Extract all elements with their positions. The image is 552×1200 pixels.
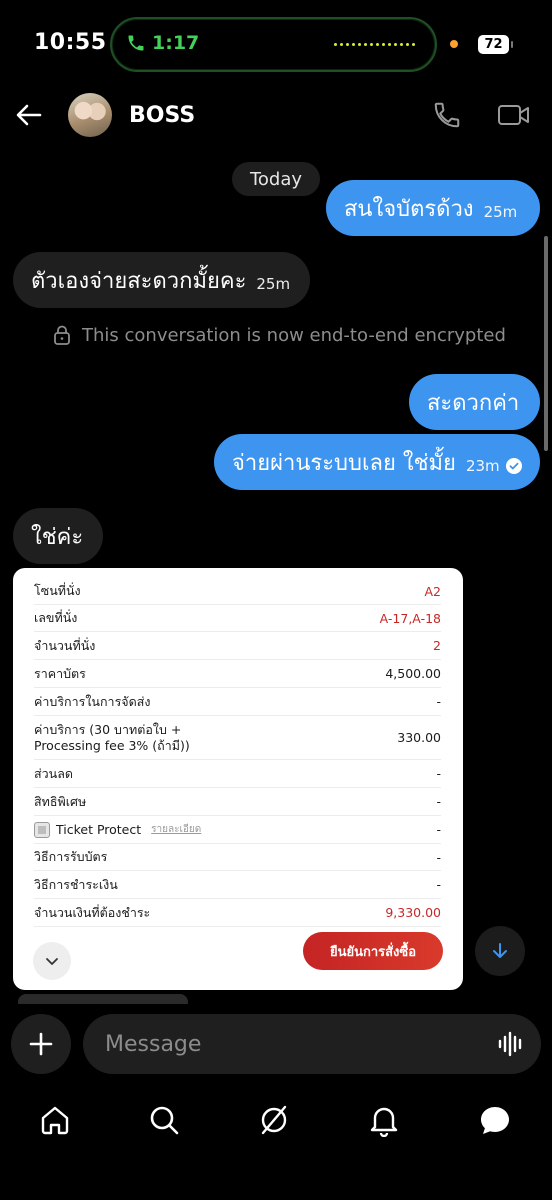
audio-wave-icon <box>334 43 415 46</box>
messages-icon <box>481 1107 509 1134</box>
row-value: - <box>436 877 441 892</box>
row-label: ค่าบริการในการจัดส่ง <box>34 693 151 709</box>
nav-search[interactable] <box>146 1102 182 1138</box>
video-call-icon[interactable] <box>497 101 531 129</box>
nav-home[interactable] <box>37 1102 73 1138</box>
row-label: จำนวนเงินที่ต้องชำระ <box>34 904 151 920</box>
collapse-button[interactable] <box>33 942 71 980</box>
phone-icon[interactable] <box>432 100 462 130</box>
explore-icon <box>261 1105 287 1135</box>
order-row-service-fee: ค่าบริการ (30 บาทต่อใบ + Processing fee … <box>34 716 441 760</box>
row-label: ค่าบริการ (30 บาทต่อใบ + Processing fee … <box>34 721 190 753</box>
row-value: A-17,A-18 <box>379 610 441 626</box>
order-row-privilege: สิทธิพิเศษ - <box>34 788 441 816</box>
message-text: สนใจบัตรด้วง <box>344 196 474 222</box>
row-value: - <box>436 694 441 709</box>
bottom-navigation <box>0 1090 552 1150</box>
message-bubble-outgoing[interactable]: สนใจบัตรด้วง 25m <box>326 180 540 236</box>
row-label: วิธีการรับบัตร <box>34 849 108 864</box>
back-arrow-icon[interactable] <box>14 100 44 130</box>
message-text: ใช่ค่ะ <box>31 524 84 550</box>
row-value: - <box>436 822 441 837</box>
date-divider: Today <box>232 162 320 196</box>
nav-notifications[interactable] <box>366 1102 402 1138</box>
row-value: - <box>436 766 441 781</box>
avatar[interactable] <box>68 93 112 137</box>
encryption-notice: This conversation is now end-to-end encr… <box>52 324 506 346</box>
row-value: - <box>436 794 441 809</box>
order-row-ticket-protect: Ticket Protect รายละเอียด - <box>34 816 441 844</box>
lock-icon <box>54 325 70 345</box>
scrollbar[interactable] <box>544 236 548 451</box>
home-icon <box>41 1106 69 1135</box>
row-label: จำนวนที่นั่ง <box>34 637 96 653</box>
call-timer: 1:17 <box>152 32 200 54</box>
order-row-total: จำนวนเงินที่ต้องชำระ 9,330.00 <box>34 899 441 927</box>
message-bubble-incoming[interactable]: ใช่ค่ะ <box>13 508 103 564</box>
contact-name[interactable]: BOSS <box>129 103 195 128</box>
message-bubble-outgoing[interactable]: สะดวกค่า <box>409 374 540 430</box>
order-row-seat-number: เลขที่นั่ง A-17,A-18 <box>34 605 441 632</box>
mic-in-use-indicator <box>450 40 458 48</box>
message-time: 25m <box>256 275 291 293</box>
message-text: สะดวกค่า <box>427 390 520 416</box>
ticket-protect-details-link[interactable]: รายละเอียด <box>151 822 201 837</box>
search-icon <box>150 1106 179 1135</box>
message-text: จ่ายผ่านระบบเลย ใช่มั้ย <box>232 450 456 476</box>
row-label: Ticket Protect <box>56 822 142 837</box>
message-bubble-outgoing[interactable]: จ่ายผ่านระบบเลย ใช่มั้ย 23m <box>214 434 540 490</box>
confirm-order-button[interactable]: ยืนยันการสั่งซื้อ <box>303 932 443 970</box>
order-row-zone: โซนที่นั่ง A2 <box>34 578 441 605</box>
order-summary-card: โซนที่นั่ง A2 เลขที่นั่ง A-17,A-18 จำนวน… <box>13 568 463 990</box>
row-label: โซนที่นั่ง <box>34 583 81 598</box>
row-label: วิธีการชำระเงิน <box>34 876 118 892</box>
call-indicator: 1:17 <box>126 32 199 54</box>
row-label: ราคาบัตร <box>34 665 86 681</box>
message-text: ตัวเองจ่ายสะดวกมั้ยคะ <box>31 268 247 294</box>
row-value: A2 <box>424 583 441 599</box>
order-row-ticket-receiving: วิธีการรับบัตร - <box>34 844 441 871</box>
order-row-ticket-price: ราคาบัตร 4,500.00 <box>34 660 441 688</box>
order-row-delivery-fee: ค่าบริการในการจัดส่ง - <box>34 688 441 716</box>
order-row-payment-method: วิธีการชำระเงิน - <box>34 871 441 899</box>
ticket-protect-option: Ticket Protect รายละเอียด <box>34 821 201 838</box>
add-attachment-button[interactable] <box>11 1014 71 1074</box>
row-value: 2 <box>433 638 441 653</box>
nav-messages[interactable] <box>477 1102 513 1138</box>
arrow-down-icon <box>493 943 507 958</box>
row-value: 4,500.00 <box>385 666 441 681</box>
bell-icon <box>370 1107 398 1137</box>
chevron-down-icon <box>46 958 58 965</box>
ticket-protect-checkbox[interactable] <box>34 821 50 838</box>
plus-icon <box>29 1032 53 1056</box>
scroll-to-bottom-button[interactable] <box>475 926 525 976</box>
row-value: - <box>436 849 441 865</box>
status-time: 10:55 <box>34 30 107 55</box>
row-label: สิทธิพิเศษ <box>34 793 87 809</box>
encryption-text: This conversation is now end-to-end encr… <box>82 324 506 346</box>
row-label: ส่วนลด <box>34 765 73 781</box>
message-bubble-partial <box>18 994 188 1004</box>
nav-explore[interactable] <box>256 1102 292 1138</box>
order-row-discount: ส่วนลด - <box>34 760 441 788</box>
phone-call-icon <box>128 35 144 51</box>
voice-message-icon[interactable] <box>497 1031 525 1057</box>
message-bubble-incoming[interactable]: ตัวเองจ่ายสะดวกมั้ยคะ 25m <box>13 252 310 308</box>
order-row-seat-count: จำนวนที่นั่ง 2 <box>34 632 441 660</box>
dynamic-island[interactable]: 1:17 <box>110 17 437 72</box>
battery-indicator: 72 <box>478 35 513 54</box>
message-time: 25m <box>483 203 518 221</box>
row-value: 9,330.00 <box>385 905 441 920</box>
message-input[interactable] <box>83 1014 541 1074</box>
row-value: 330.00 <box>397 730 441 745</box>
message-time: 23m <box>465 457 500 475</box>
read-receipt-check-icon <box>505 458 522 474</box>
row-label: เลขที่นั่ง <box>34 610 78 625</box>
